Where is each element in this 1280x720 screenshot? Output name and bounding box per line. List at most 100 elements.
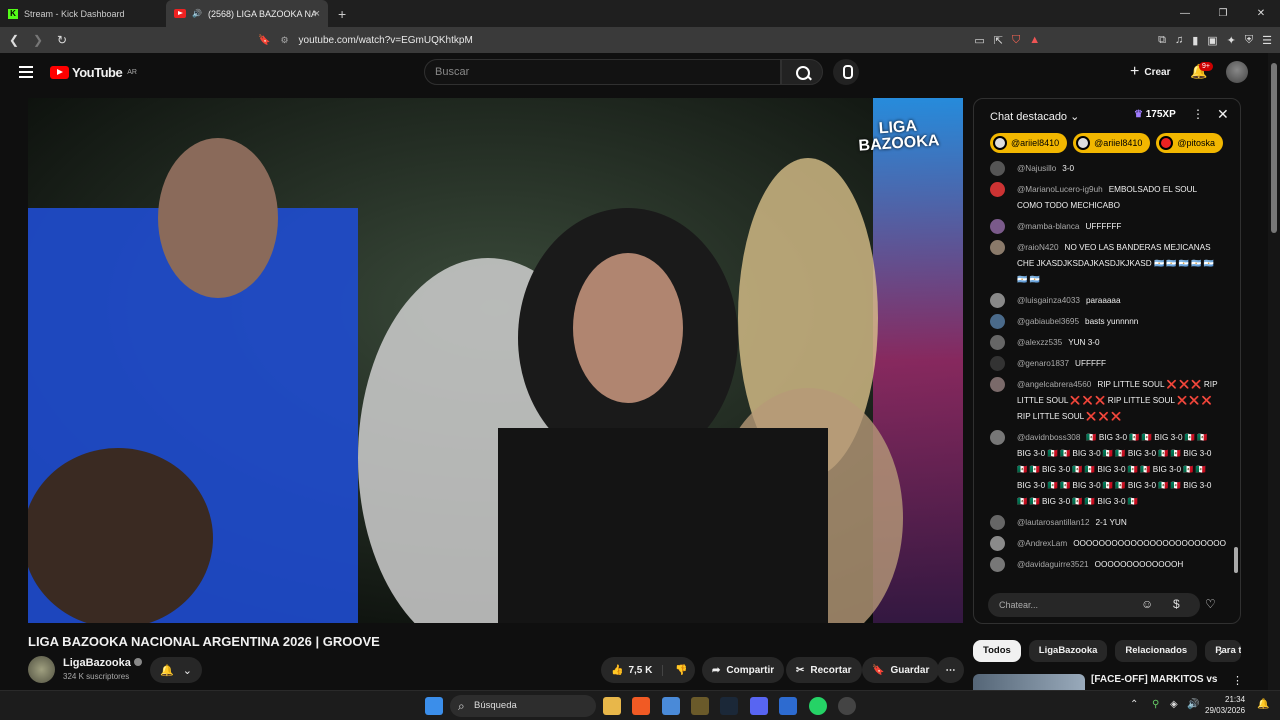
share-icon[interactable]: ⇱ — [994, 34, 1003, 47]
wallet-button-icon[interactable]: ▣ — [1207, 34, 1217, 47]
chat-author[interactable]: @Najusillo — [1017, 164, 1056, 173]
close-tab-icon[interactable]: × — [314, 8, 320, 20]
avatar[interactable] — [990, 219, 1005, 234]
channel-name[interactable]: LigaBazooka — [63, 657, 142, 669]
cast-icon[interactable]: ▭ — [974, 34, 984, 47]
avatar[interactable] — [990, 536, 1005, 551]
chat-scrollbar[interactable] — [1232, 159, 1240, 583]
search-input[interactable]: Buscar — [424, 59, 781, 85]
chat-author[interactable]: @mamba-blanca — [1017, 222, 1079, 231]
chat-author[interactable]: @davidnboss308 — [1017, 433, 1080, 442]
steam-icon[interactable] — [720, 697, 738, 715]
wallet-icon[interactable]: ⧉ — [1158, 34, 1166, 47]
avatar[interactable] — [990, 356, 1005, 371]
music-icon[interactable]: ♫ — [1175, 34, 1183, 46]
chat-message[interactable]: @luisgainza4033 paraaaaa — [974, 291, 1234, 312]
avatar[interactable] — [990, 430, 1005, 445]
emoji-icon[interactable]: ☺ — [1141, 597, 1153, 611]
close-window-button[interactable]: ✕ — [1242, 8, 1280, 19]
next-video-title[interactable]: [FACE-OFF] MARKITOS vs — [1091, 674, 1217, 685]
address-bar[interactable]: 🔖 ⚙ youtube.com/watch?v=EGmUQKhtkpM — [258, 29, 998, 51]
brave-shield-icon[interactable]: ⛉ — [1012, 34, 1020, 47]
pinned-chip[interactable]: @ariiel8410 — [990, 133, 1068, 153]
chat-message[interactable]: @mamba-blanca UFFFFFF — [974, 217, 1234, 238]
share-button[interactable]: ➦ Compartir — [702, 657, 785, 683]
zoom-icon[interactable] — [779, 697, 797, 715]
hamburger-menu-icon[interactable] — [19, 63, 33, 81]
chat-author[interactable]: @raioN420 — [1017, 243, 1059, 252]
chat-message[interactable]: @raioN420 NO VEO LAS BANDERAS MEJICANAS C… — [974, 238, 1234, 291]
volume-icon[interactable]: 🔊 — [1187, 699, 1199, 710]
speaker-icon[interactable]: 🔊 — [192, 9, 202, 18]
brave-browser-icon[interactable] — [632, 697, 650, 715]
chat-message[interactable]: @davidnboss308 🇲🇽 BIG 3-0 🇲🇽 🇲🇽 BIG 3-0 🇲… — [974, 428, 1234, 513]
filter-chip[interactable]: Todos — [973, 640, 1021, 662]
more-vertical-icon[interactable]: ⋮ — [1232, 674, 1243, 687]
super-chat-icon[interactable]: $ — [1173, 597, 1180, 611]
chat-author[interactable]: @luisgainza4033 — [1017, 296, 1080, 305]
chat-message[interactable]: @lautarosantillan12 2-1 YUN — [974, 513, 1234, 534]
chat-author[interactable]: @AndrexLam — [1017, 539, 1067, 548]
create-button[interactable]: + Crear — [1122, 59, 1178, 85]
pinned-chip[interactable]: @ariiel8410 — [1073, 133, 1151, 153]
page-scrollbar[interactable] — [1268, 53, 1280, 693]
pinned-chip[interactable]: @pitoska — [1156, 133, 1223, 153]
chevron-right-icon[interactable]: › — [1218, 643, 1223, 659]
chat-author[interactable]: @alexzz535 — [1017, 338, 1062, 347]
chat-message[interactable]: @gabiaubel3695 basts yunnnnn — [974, 312, 1234, 333]
windows-start-icon[interactable] — [425, 697, 443, 715]
chat-message[interactable]: @davidaguirre3521 OOOOOOOOOOOOOH — [974, 555, 1234, 576]
tray-icon[interactable]: ⚲ — [1152, 699, 1159, 710]
filter-chip[interactable]: Para ti — [1205, 640, 1242, 662]
xp-badge[interactable]: ♛ 175XP — [1134, 109, 1176, 120]
youtube-logo[interactable]: YouTube AR — [50, 65, 137, 80]
chat-author[interactable]: @MarianoLucero-ig9uh — [1017, 185, 1103, 194]
avatar[interactable] — [990, 161, 1005, 176]
avatar[interactable] — [990, 182, 1005, 197]
menu-icon[interactable]: ☰ — [1262, 34, 1272, 47]
tab-kick-dashboard[interactable]: K Stream - Kick Dashboard — [0, 0, 166, 27]
tab-youtube-video[interactable]: 🔊 (2568) LIGA BAZOOKA NACIO × — [166, 0, 328, 27]
chat-message[interactable]: @Najusillo 3-0 — [974, 159, 1234, 180]
avatar[interactable] — [990, 557, 1005, 572]
chat-input[interactable]: Chatear... — [988, 593, 1200, 617]
voice-search-button[interactable] — [833, 59, 859, 85]
avatar[interactable] — [990, 515, 1005, 530]
app-icon[interactable] — [838, 697, 856, 715]
chat-mode-dropdown[interactable]: Chat destacado ⌄ — [990, 110, 1079, 123]
next-video-thumbnail[interactable] — [973, 674, 1085, 690]
store-icon[interactable] — [662, 697, 680, 715]
chat-author[interactable]: @gabiaubel3695 — [1017, 317, 1079, 326]
discord-icon[interactable] — [750, 697, 768, 715]
chat-author[interactable]: @davidaguirre3521 — [1017, 560, 1089, 569]
chat-message[interactable]: @MarianoLucero-ig9uh EMBOLSADO EL SOUL CO… — [974, 180, 1234, 217]
back-button[interactable]: ❮ — [4, 33, 24, 47]
search-button[interactable] — [781, 59, 823, 85]
new-tab-button[interactable]: + — [338, 6, 346, 22]
taskbar-search[interactable]: Búsqueda — [450, 695, 596, 717]
video-player[interactable]: LIGA BAZOOKA — [28, 98, 963, 623]
chat-author[interactable]: @lautarosantillan12 — [1017, 518, 1090, 527]
chat-message[interactable]: @angelcabrera4560 RIP LITTLE SOUL ❌ ❌ ❌ R… — [974, 375, 1234, 428]
clip-button[interactable]: ✂ Recortar — [786, 657, 862, 683]
channel-avatar[interactable] — [28, 656, 55, 683]
clock[interactable]: 21:34 29/03/2026 — [1205, 694, 1245, 716]
whatsapp-icon[interactable] — [809, 697, 827, 715]
avatar[interactable] — [990, 377, 1005, 392]
leo-ai-icon[interactable]: ✦ — [1227, 34, 1236, 47]
rewards-icon[interactable]: ▲ — [1029, 34, 1040, 46]
save-button[interactable]: 🔖 Guardar — [862, 657, 940, 683]
restore-button[interactable]: ❐ — [1204, 8, 1242, 19]
chat-message[interactable]: @AndrexLam OOOOOOOOOOOOOOOOOOOOOOOO — [974, 534, 1234, 555]
file-explorer-icon[interactable] — [603, 697, 621, 715]
chat-more-options-icon[interactable]: ⋮ — [1192, 107, 1204, 121]
like-button[interactable]: 👍 7,5 K — [601, 664, 663, 676]
chat-author[interactable]: @angelcabrera4560 — [1017, 380, 1091, 389]
forward-button[interactable]: ❯ — [28, 33, 48, 47]
reload-button[interactable]: ↻ — [52, 33, 72, 47]
filter-chip[interactable]: Relacionados — [1115, 640, 1198, 662]
chat-message[interactable]: @genaro1837 UFFFFF — [974, 354, 1234, 375]
chat-author[interactable]: @genaro1837 — [1017, 359, 1069, 368]
chevron-up-icon[interactable]: ⌃ — [1130, 699, 1138, 710]
filter-chip[interactable]: LigaBazooka — [1028, 640, 1108, 662]
